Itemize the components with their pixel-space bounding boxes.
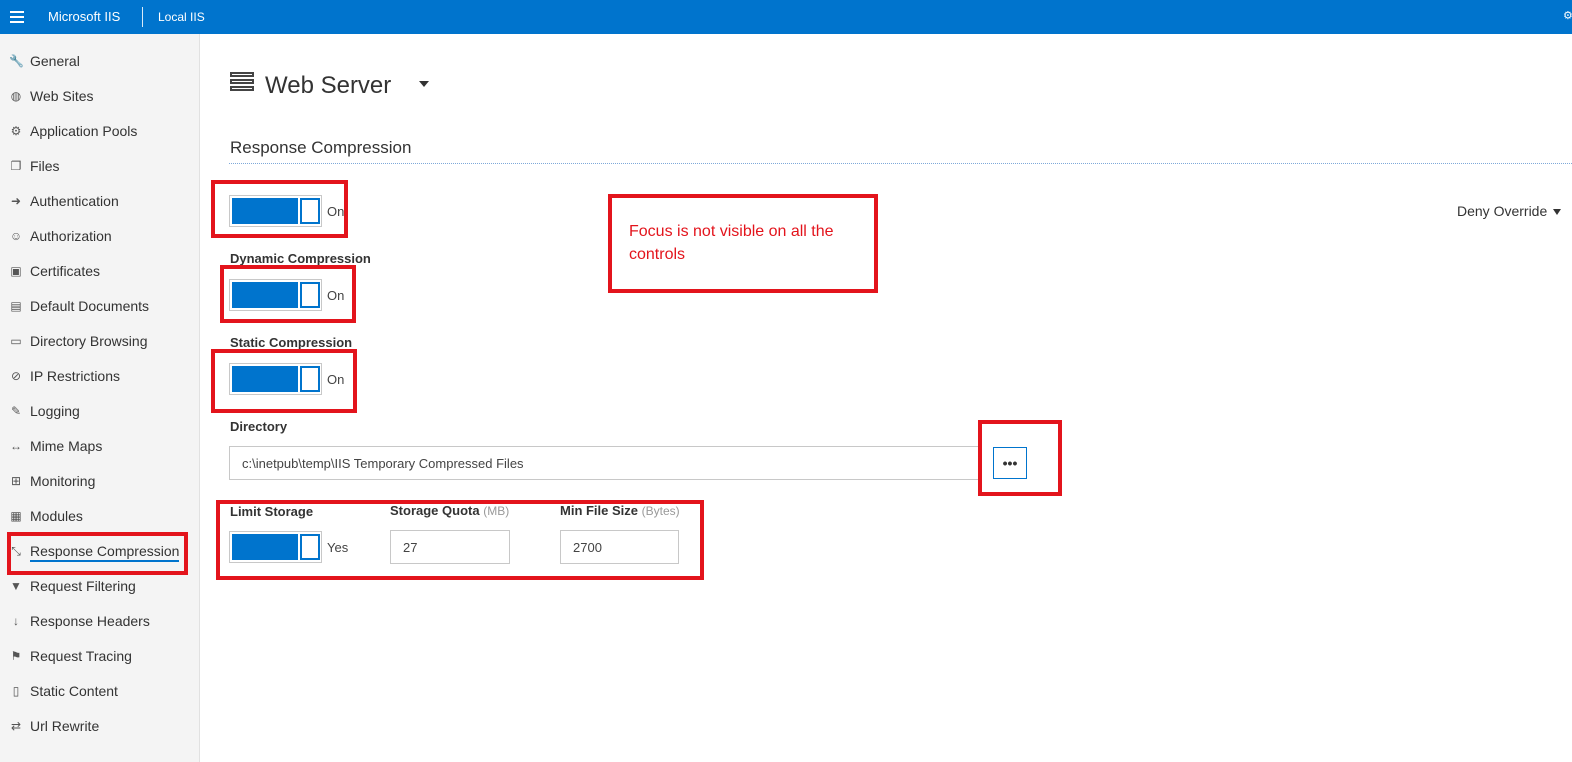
sidebar-item-response-headers[interactable]: ↓ Response Headers [0,604,199,639]
pencil-icon: ✎ [10,404,22,418]
sidebar-item-label: Modules [30,508,83,524]
sidebar-item-label: Default Documents [30,298,150,314]
annotation-box-active-nav [7,532,188,575]
app-name[interactable]: Microsoft IIS [48,9,120,24]
folder-open-icon: ▭ [10,334,22,348]
sidebar-item-ip-restrictions[interactable]: ⊘ IP Restrictions [0,359,199,394]
gears-icon: ⚙ [10,124,22,138]
sidebar-item-label: Logging [30,403,80,419]
sidebar-item-label: Certificates [30,263,101,279]
sidebar-item-label: General [30,53,80,69]
server-icon [230,72,254,92]
file-icon: ▯ [12,684,20,698]
deny-override-label: Deny Override [1457,203,1548,219]
page-title: Web Server [265,72,392,99]
caret-down-icon [1553,209,1562,216]
sidebar-item-label: Mime Maps [30,438,103,454]
medkit-icon: ⊞ [10,474,22,488]
section-title: Response Compression [230,138,412,157]
sidebar-item-label: Url Rewrite [30,718,100,734]
wrench-icon: 🔧 [9,54,24,68]
sidebar-item-certificates[interactable]: ▣ Certificates [0,254,199,289]
sidebar-item-authentication[interactable]: ➜ Authentication [0,184,199,219]
sidebar-item-label: Static Content [30,683,118,699]
annotation-box-static-toggle [211,349,357,413]
sidebar-item-label: Authorization [30,228,112,244]
filter-icon: ▼ [10,579,22,593]
top-bar: Microsoft IIS Local IIS ⚙ [0,0,1572,34]
sidebar-item-mime-maps[interactable]: ↔ Mime Maps [0,429,199,464]
lock-icon: ▣ [10,264,22,278]
sidebar-item-general[interactable]: 🔧 General [0,44,199,79]
sidebar-item-url-rewrite[interactable]: ⇄ Url Rewrite [0,709,199,744]
sidebar-item-label: Files [30,158,60,174]
breadcrumb[interactable]: Local IIS [158,10,205,24]
user-icon: ☺ [9,229,23,243]
sidebar-item-monitoring[interactable]: ⊞ Monitoring [0,464,199,499]
annotation-box-enabled-toggle [211,180,348,238]
ban-icon: ⊘ [10,369,22,383]
sidebar-item-request-tracing[interactable]: ⚑ Request Tracing [0,639,199,674]
sidebar-item-modules[interactable]: ▦ Modules [0,499,199,534]
sidebar-item-directory-browsing[interactable]: ▭ Directory Browsing [0,324,199,359]
sidebar-item-default-documents[interactable]: ▤ Default Documents [0,289,199,324]
sidebar-item-label: Request Tracing [30,648,132,664]
annotation-box-storage-fields [216,500,704,580]
sidebar-item-web-sites[interactable]: ◍ Web Sites [0,79,199,114]
sidebar-item-label: Response Headers [30,613,150,629]
sidebar-item-label: IP Restrictions [30,368,120,384]
topbar-divider [142,7,143,27]
globe-icon: ◍ [10,89,22,103]
directory-label: Directory [230,419,288,434]
annotation-note: Focus is not visible on all the controls [629,223,834,263]
hamburger-menu-icon[interactable] [0,0,34,34]
sign-in-icon: ➜ [10,194,22,208]
exchange-icon: ⇄ [10,719,22,733]
arrow-down-icon: ↓ [13,614,19,628]
document-icon: ▤ [10,299,22,313]
annotation-box-browse-button [978,420,1062,496]
title-dropdown-caret-icon[interactable] [419,81,429,87]
sidebar-item-label: Request Filtering [30,578,136,594]
sidebar-item-label: Directory Browsing [30,333,148,349]
deny-override-dropdown[interactable]: Deny Override [1457,203,1562,219]
sidebar-item-application-pools[interactable]: ⚙ Application Pools [0,114,199,149]
flag-icon: ⚑ [10,649,22,663]
files-icon: ❐ [10,159,22,173]
sidebar-item-label: Monitoring [30,473,96,489]
sidebar-item-label: Application Pools [30,123,138,139]
sidebar-item-static-content[interactable]: ▯ Static Content [0,674,199,709]
settings-icon[interactable]: ⚙ [1563,9,1572,22]
section-divider [229,163,1572,164]
directory-input[interactable] [229,446,981,480]
dynamic-compression-label: Dynamic Compression [230,251,371,266]
arrows-horizontal-icon: ↔ [10,439,22,453]
sidebar-item-files[interactable]: ❐ Files [0,149,199,184]
sidebar-item-label: Authentication [30,193,119,209]
grid-icon: ▦ [10,509,22,523]
sidebar-item-label: Web Sites [30,88,94,104]
sidebar-item-authorization[interactable]: ☺ Authorization [0,219,199,254]
sidebar: 🔧 General ◍ Web Sites ⚙ Application Pools ❐ Fil… [0,34,200,762]
static-compression-label: Static Compression [230,335,353,350]
sidebar-item-logging[interactable]: ✎ Logging [0,394,199,429]
annotation-box-dynamic-toggle [220,265,356,323]
